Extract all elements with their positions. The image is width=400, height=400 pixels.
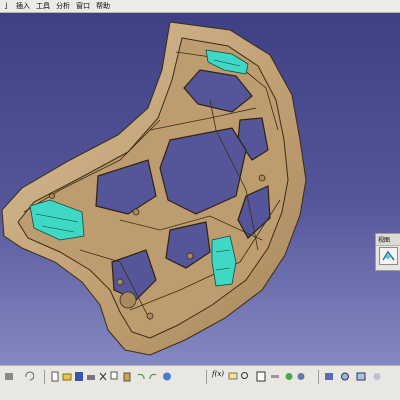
comment-icon[interactable]: [228, 371, 238, 382]
view-icon[interactable]: [324, 371, 334, 382]
color-icon[interactable]: [284, 371, 294, 382]
undo-icon[interactable]: [24, 371, 34, 382]
menu-item-partial[interactable]: 亅: [0, 0, 13, 12]
measure-icon[interactable]: [270, 371, 280, 382]
3d-viewport[interactable]: [0, 0, 400, 400]
redo-icon[interactable]: [148, 371, 158, 382]
print-icon[interactable]: [86, 371, 96, 382]
menu-insert[interactable]: 插入: [13, 0, 33, 12]
fit-icon[interactable]: [356, 371, 366, 382]
open-icon[interactable]: [62, 371, 72, 382]
menu-analysis[interactable]: 分析: [53, 0, 73, 12]
status-bar: [0, 388, 400, 400]
tool-icon[interactable]: [4, 371, 14, 382]
menu-tools[interactable]: 工具: [33, 0, 53, 12]
new-icon[interactable]: [50, 371, 60, 382]
formula-icon[interactable]: f(x): [212, 370, 226, 381]
undo-icon[interactable]: [136, 371, 146, 382]
render-icon[interactable]: [296, 371, 306, 382]
paste-icon[interactable]: [122, 371, 132, 382]
menu-help[interactable]: 帮助: [93, 0, 113, 12]
view-icon[interactable]: [379, 247, 398, 265]
menu-window[interactable]: 窗口: [73, 0, 93, 12]
view-panel: 视图: [375, 233, 400, 271]
render-icon[interactable]: [372, 371, 382, 382]
zoom-icon[interactable]: [340, 371, 350, 382]
cut-icon[interactable]: [98, 371, 108, 382]
panel-title: 视图: [376, 234, 400, 246]
copy-icon[interactable]: [110, 371, 120, 382]
search-icon[interactable]: [240, 371, 250, 382]
car-trunk-lid-model[interactable]: [0, 0, 400, 365]
help-icon[interactable]: [162, 371, 172, 382]
table-icon[interactable]: [256, 371, 266, 382]
bottom-toolbar: f(x): [0, 365, 400, 389]
menu-bar: 亅 插入 工具 分析 窗口 帮助: [0, 0, 400, 13]
save-icon[interactable]: [74, 371, 84, 382]
